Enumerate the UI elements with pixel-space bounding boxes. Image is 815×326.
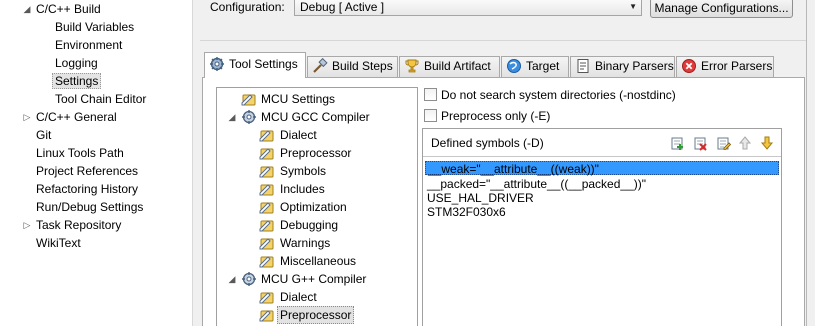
tree-item-miscellaneous[interactable]: Miscellaneous	[217, 252, 417, 270]
nav-item-task-repository[interactable]: Task Repository	[36, 216, 121, 234]
nav-item-logging[interactable]: Logging	[55, 54, 98, 72]
collapsed-twisty-icon[interactable]: ▷	[22, 108, 32, 126]
preprocess-only-checkbox[interactable]	[424, 109, 437, 122]
scrollbar[interactable]	[806, 0, 815, 326]
tree-item-preprocessor[interactable]: Preprocessor	[217, 144, 417, 162]
tree-item-warnings[interactable]: Warnings	[217, 234, 417, 252]
delete-icon[interactable]	[692, 135, 708, 151]
tree-item-gpp-preprocessor[interactable]: Preprocessor	[217, 306, 417, 324]
binary-parsers-icon	[577, 59, 589, 73]
symbol-list-item[interactable]: __weak="__attribute__((weak))"	[425, 161, 779, 176]
move-up-icon[interactable]	[737, 135, 753, 151]
nav-item-settings[interactable]: Settings	[52, 72, 102, 90]
tree-item-debugging[interactable]: Debugging	[217, 216, 417, 234]
settings-page-icon	[259, 292, 274, 304]
nav-item-environment[interactable]: Environment	[55, 36, 122, 54]
symbol-list-item[interactable]: STM32F030x6	[425, 205, 506, 219]
symbol-list-item[interactable]: USE_HAL_DRIVER	[425, 191, 534, 205]
separator	[200, 40, 815, 41]
tab-tool-settings[interactable]: Tool Settings	[204, 52, 306, 78]
manage-configurations-button[interactable]: Manage Configurations...	[650, 0, 793, 18]
settings-page-icon	[259, 166, 274, 178]
defined-symbols-title: Defined symbols (-D)	[431, 136, 544, 150]
tab-build-artifact[interactable]: Build Artifact	[399, 56, 500, 77]
settings-page-icon	[259, 256, 274, 268]
preprocess-only-label: Preprocess only (-E)	[441, 109, 551, 123]
defined-symbols-header: Defined symbols (-D)	[423, 129, 781, 157]
tab-target[interactable]: Target	[501, 56, 569, 77]
nav-item-build-variables[interactable]: Build Variables	[55, 18, 134, 36]
settings-page-icon	[259, 220, 274, 232]
build-artifact-icon	[405, 59, 419, 73]
configuration-label: Configuration:	[210, 0, 285, 14]
nav-item-linux-tools-path[interactable]: Linux Tools Path	[36, 144, 124, 162]
tool-gear-icon	[242, 272, 256, 286]
settings-page-icon	[241, 94, 256, 106]
nav-item-cpp-general[interactable]: C/C++ General	[36, 108, 117, 126]
nostdinc-checkbox[interactable]	[424, 88, 437, 101]
tab-error-parsers[interactable]: Error Parsers	[676, 56, 774, 77]
tree-item-includes[interactable]: Includes	[217, 180, 417, 198]
error-parsers-icon	[682, 59, 696, 73]
settings-page-icon	[259, 202, 274, 214]
defined-symbols-group: Defined symbols (-D) __weak="__attribute…	[422, 128, 782, 326]
tree-item-mcu-settings[interactable]: MCU Settings	[217, 90, 417, 108]
tool-settings-icon	[210, 57, 224, 71]
sash-divider[interactable]	[192, 0, 200, 326]
nostdinc-label: Do not search system directories (-nostd…	[441, 88, 676, 102]
tree-item-symbols[interactable]: Symbols	[217, 162, 417, 180]
nav-item-project-references[interactable]: Project References	[36, 162, 138, 180]
expanded-twisty-icon[interactable]: ◢	[227, 108, 237, 126]
tree-item-gpp-dialect[interactable]: Dialect	[217, 288, 417, 306]
nav-item-wikitext[interactable]: WikiText	[36, 234, 81, 252]
symbol-list-item[interactable]: __packed="__attribute__((__packed__))"	[425, 177, 646, 191]
tab-build-steps[interactable]: Build Steps	[307, 56, 398, 77]
settings-page-icon	[259, 130, 274, 142]
add-icon[interactable]	[669, 135, 685, 151]
settings-page-icon	[259, 148, 274, 160]
move-down-icon[interactable]	[759, 135, 775, 151]
collapsed-twisty-icon[interactable]: ▷	[22, 216, 32, 234]
tree-item-mcu-gcc-compiler[interactable]: ◢ MCU GCC Compiler	[217, 108, 417, 126]
nav-item-refactoring-history[interactable]: Refactoring History	[36, 180, 138, 198]
tool-gear-icon	[242, 110, 256, 124]
settings-page-icon	[259, 238, 274, 250]
nav-item-tool-chain-editor[interactable]: Tool Chain Editor	[55, 90, 146, 108]
target-icon	[507, 59, 521, 73]
chevron-down-icon: ▼	[629, 2, 637, 11]
settings-page-icon	[259, 310, 274, 322]
nav-item-git[interactable]: Git	[36, 126, 51, 144]
tab-binary-parsers[interactable]: Binary Parsers	[570, 56, 675, 77]
expanded-twisty-icon[interactable]: ◢	[22, 0, 32, 18]
tool-settings-tree[interactable]: MCU Settings ◢ MCU GCC Compiler Dialect …	[216, 87, 418, 326]
property-page-tree[interactable]: ◢ C/C++ Build Build Variables Environmen…	[0, 0, 192, 326]
expanded-twisty-icon[interactable]: ◢	[227, 270, 237, 288]
edit-icon[interactable]	[715, 135, 731, 151]
tree-item-dialect[interactable]: Dialect	[217, 126, 417, 144]
settings-page-icon	[259, 184, 274, 196]
nav-item-run-debug-settings[interactable]: Run/Debug Settings	[36, 198, 143, 216]
configuration-value: Debug [ Active ]	[300, 0, 385, 14]
tree-item-optimization[interactable]: Optimization	[217, 198, 417, 216]
configuration-select[interactable]: Debug [ Active ] ▼	[294, 0, 642, 16]
nav-item-cpp-build[interactable]: C/C++ Build	[36, 0, 101, 18]
build-steps-icon	[313, 58, 328, 73]
tree-item-mcu-gpp-compiler[interactable]: ◢ MCU G++ Compiler	[217, 270, 417, 288]
